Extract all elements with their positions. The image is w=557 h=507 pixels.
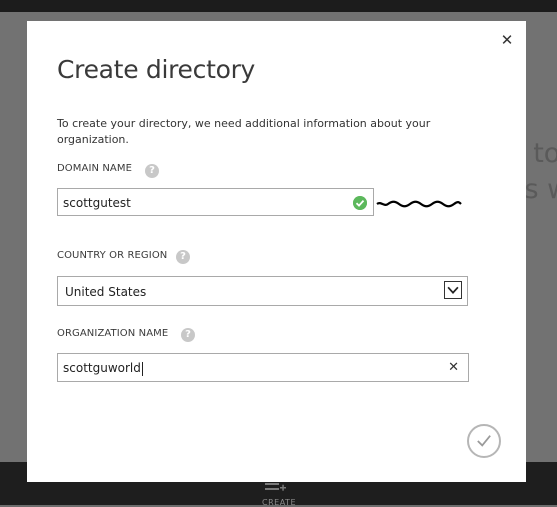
domain-name-label: DOMAIN NAME	[57, 163, 133, 174]
intro-text: To create your directory, we need additi…	[57, 117, 431, 146]
dialog-title: Create directory	[57, 55, 256, 84]
country-help-icon[interactable]: ?	[176, 250, 190, 264]
country-selected-value: United States	[65, 285, 147, 299]
organization-label: ORGANIZATION NAME	[57, 328, 169, 339]
domain-help-icon[interactable]: ?	[145, 164, 159, 178]
clear-icon[interactable]: ✕	[448, 360, 459, 375]
organization-name-value: scottguworld	[63, 361, 143, 376]
country-select[interactable]: United States	[57, 276, 468, 306]
valid-check-icon	[353, 196, 367, 210]
domain-name-input[interactable]: scottgutest	[57, 188, 374, 216]
organization-help-icon[interactable]: ?	[181, 328, 195, 342]
organization-name-input[interactable]: scottguworld ✕	[57, 353, 469, 382]
chevron-down-icon[interactable]	[444, 281, 462, 299]
checkmark-icon[interactable]	[467, 424, 501, 458]
create-icon[interactable]	[263, 480, 287, 494]
top-bar	[0, 0, 557, 12]
create-label[interactable]: CREATE	[262, 498, 296, 507]
close-icon[interactable]: ✕	[500, 33, 514, 48]
country-label: COUNTRY OR REGION	[57, 250, 168, 261]
redacted-domain-suffix	[376, 200, 462, 208]
domain-name-value: scottgutest	[63, 196, 131, 210]
